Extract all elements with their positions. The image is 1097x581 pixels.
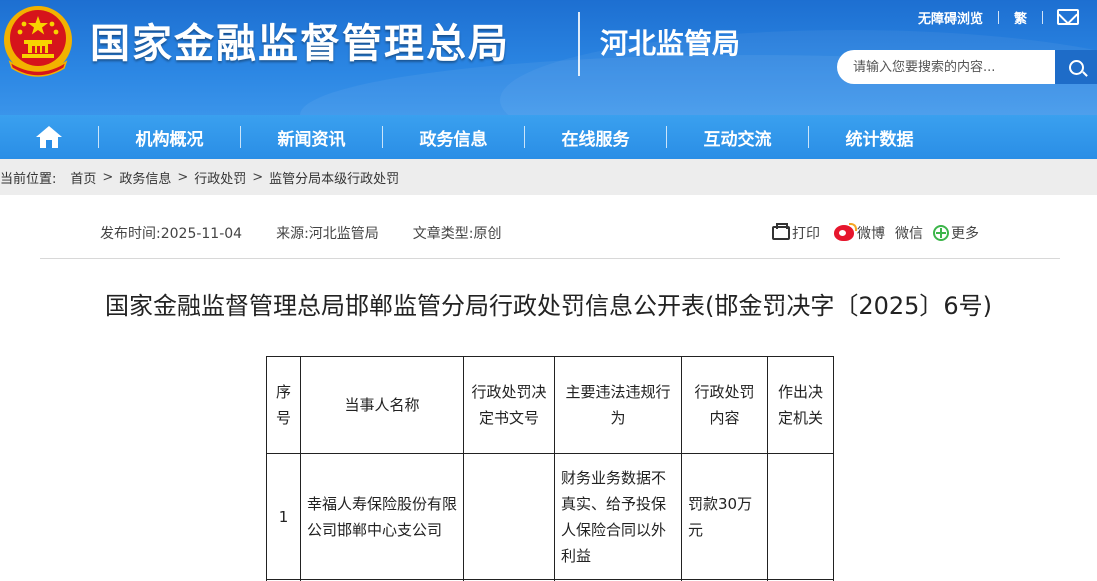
bureau-title[interactable]: 河北监管局 <box>600 22 740 66</box>
wechat-share-button[interactable]: 微信 <box>895 223 923 243</box>
cell-penalty: 罚款30万元 <box>681 453 768 580</box>
share-bar: 打印 微博 微信 更多 <box>772 222 989 244</box>
breadcrumb: 当前位置: 首页 > 政务信息 > 行政处罚 > 监管分局本级行政处罚 <box>0 159 1097 195</box>
breadcrumb-separator: > <box>102 169 114 185</box>
accessibility-link[interactable]: 无障碍浏览 <box>903 8 998 27</box>
nav-home[interactable] <box>0 115 98 159</box>
cell-no: 1 <box>266 453 301 580</box>
title-divider <box>578 12 580 76</box>
breadcrumb-home[interactable]: 首页 <box>70 168 96 187</box>
breadcrumb-branch-penalty[interactable]: 监管分局本级行政处罚 <box>269 168 399 187</box>
home-icon <box>36 126 62 148</box>
plus-circle-icon <box>933 225 949 241</box>
more-share-button[interactable]: 更多 <box>933 223 979 243</box>
penalty-table: 序号 当事人名称 行政处罚决定书文号 主要违法违规行为 行政处罚内容 作出决定机… <box>266 356 834 581</box>
article-meta: 发布时间:2025-11-04 来源:河北监管局 文章类型:原创 <box>100 222 536 244</box>
meta-divider <box>40 258 1060 259</box>
header-cell-penalty: 行政处罚内容 <box>681 356 768 454</box>
site-title[interactable]: 国家金融监督管理总局 <box>90 14 510 74</box>
header-cell-no: 序号 <box>266 356 301 454</box>
breadcrumb-label: 当前位置: <box>0 171 57 187</box>
site-header: 国家金融监督管理总局 河北监管局 无障碍浏览 繁 <box>0 0 1097 115</box>
header-cell-doc-no: 行政处罚决定书文号 <box>463 356 555 454</box>
main-nav: 机构概况 新闻资讯 政务信息 在线服务 互动交流 统计数据 <box>0 115 1097 159</box>
nav-item-news[interactable]: 新闻资讯 <box>241 125 382 150</box>
breadcrumb-separator: > <box>177 169 189 185</box>
weibo-icon <box>834 223 857 241</box>
article-source: 来源:河北监管局 <box>276 226 379 242</box>
header-cell-violation: 主要违法违规行为 <box>554 356 682 454</box>
publish-time: 发布时间:2025-11-04 <box>100 226 243 242</box>
search-icon <box>1068 59 1084 75</box>
cell-party: 幸福人寿保险股份有限公司邯郸中心支公司 <box>300 453 464 580</box>
weibo-label: 微博 <box>857 226 885 242</box>
header-cell-party: 当事人名称 <box>300 356 464 454</box>
search-input[interactable] <box>837 50 1055 84</box>
cell-doc-no <box>463 453 555 580</box>
weibo-share-button[interactable]: 微博 <box>834 223 885 243</box>
traditional-chinese-link[interactable]: 繁 <box>999 8 1042 27</box>
national-emblem-icon[interactable] <box>2 2 74 80</box>
cell-violation: 财务业务数据不真实、给予投保人保险合同以外利益 <box>554 453 682 580</box>
breadcrumb-penalty[interactable]: 行政处罚 <box>194 168 246 187</box>
nav-item-about[interactable]: 机构概况 <box>99 125 240 150</box>
more-label: 更多 <box>951 226 979 242</box>
article-type: 文章类型:原创 <box>412 226 502 242</box>
search-box <box>837 50 1055 84</box>
nav-item-online-services[interactable]: 在线服务 <box>525 125 666 150</box>
search-button[interactable] <box>1055 50 1097 84</box>
top-link-divider <box>1042 10 1043 24</box>
nav-item-government-info[interactable]: 政务信息 <box>383 125 524 150</box>
table-row: 1 幸福人寿保险股份有限公司邯郸中心支公司 财务业务数据不真实、给予投保人保险合… <box>266 453 834 580</box>
wechat-label: 微信 <box>895 226 923 242</box>
article-title: 国家金融监督管理总局邯郸监管分局行政处罚信息公开表(邯金罚决字〔2025〕6号) <box>104 292 993 320</box>
nav-item-statistics[interactable]: 统计数据 <box>809 125 950 150</box>
header-cell-authority: 作出决定机关 <box>767 356 834 454</box>
mail-icon[interactable] <box>1057 9 1079 25</box>
breadcrumb-government-info[interactable]: 政务信息 <box>119 168 171 187</box>
print-label: 打印 <box>792 226 820 242</box>
breadcrumb-separator: > <box>252 169 264 185</box>
printer-icon <box>772 223 790 240</box>
cell-authority <box>767 453 834 580</box>
top-links: 无障碍浏览 繁 <box>903 6 1079 28</box>
print-button[interactable]: 打印 <box>772 223 820 243</box>
table-header-row: 序号 当事人名称 行政处罚决定书文号 主要违法违规行为 行政处罚内容 作出决定机… <box>266 356 834 454</box>
nav-item-interaction[interactable]: 互动交流 <box>667 125 808 150</box>
